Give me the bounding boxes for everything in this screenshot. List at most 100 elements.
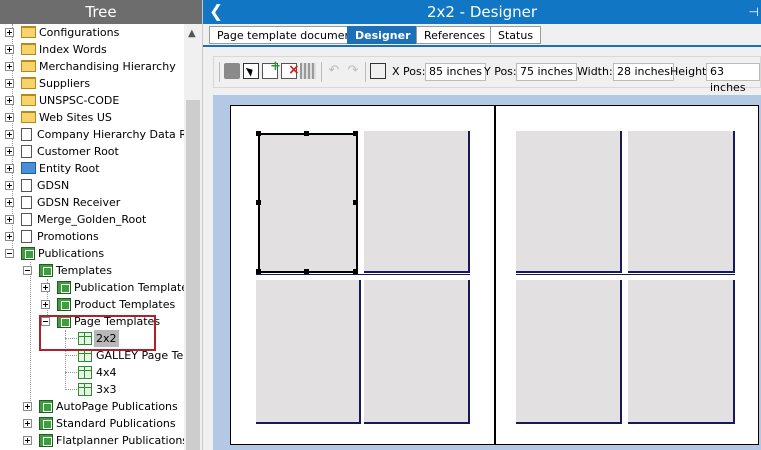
tree-item-unspsc-code[interactable]: UNSPSC-CODE	[0, 92, 184, 109]
resize-handle[interactable]	[353, 131, 358, 136]
expand-icon[interactable]	[5, 96, 14, 105]
expand-icon[interactable]	[5, 147, 14, 156]
expand-icon[interactable]	[23, 436, 32, 445]
tree-item-standard-publications[interactable]: Standard Publications	[0, 415, 184, 432]
tree-item-4x4[interactable]: 4x4	[0, 364, 184, 381]
expand-icon[interactable]	[5, 215, 14, 224]
expand-icon[interactable]	[41, 300, 50, 309]
document-icon	[21, 128, 32, 141]
publication-icon	[39, 264, 53, 277]
frame-bottom-right[interactable]	[364, 280, 470, 424]
tree-item-gdsn-receiver[interactable]: GDSN Receiver	[0, 194, 184, 211]
collapse-icon[interactable]	[23, 266, 32, 275]
chevron-left-icon[interactable]: ❮	[209, 0, 223, 24]
frame-bottom-right[interactable]	[628, 280, 735, 424]
publication-icon	[57, 281, 71, 294]
frame-bottom-left[interactable]	[256, 280, 361, 424]
tree-item-web-sites-us[interactable]: Web Sites US	[0, 109, 184, 126]
undo-icon[interactable]: ↶	[326, 63, 342, 79]
expand-icon[interactable]	[5, 164, 14, 173]
tree-item-label: Promotions	[37, 230, 99, 243]
left-page[interactable]	[230, 105, 495, 445]
tab-status[interactable]: Status	[490, 26, 542, 44]
expand-icon[interactable]	[5, 130, 14, 139]
add-frame-icon[interactable]	[262, 59, 281, 79]
expand-icon[interactable]	[5, 79, 14, 88]
tab-references[interactable]: References	[416, 26, 494, 44]
document-icon	[21, 230, 32, 243]
tree-item-autopage-publications[interactable]: AutoPage Publications	[0, 398, 184, 415]
resize-handle[interactable]	[353, 200, 358, 205]
frame-top-left-selected[interactable]	[258, 133, 358, 273]
entity-icon	[21, 162, 36, 174]
xpos-field[interactable]: 85 inches	[425, 63, 487, 81]
frame-top-left[interactable]	[516, 131, 622, 273]
tree-item-label: Publications	[38, 247, 105, 260]
expand-icon[interactable]	[5, 113, 14, 122]
tab-page-template-document[interactable]: Page template document	[209, 26, 364, 44]
tree-item-gdsn[interactable]: GDSN	[0, 177, 184, 194]
toolbar-separator	[365, 62, 366, 82]
tree-item-entity-root[interactable]: Entity Root	[0, 160, 184, 177]
right-page[interactable]	[495, 105, 759, 445]
pointer-tool-icon[interactable]	[243, 63, 259, 79]
width-field[interactable]: 28 inches	[613, 63, 675, 81]
tree-item-publication-templates[interactable]: Publication Templates	[0, 279, 184, 296]
ypos-field[interactable]: 75 inches	[516, 63, 578, 81]
folder-icon	[21, 77, 36, 89]
frame-top-right[interactable]	[364, 131, 470, 273]
tree-item-templates[interactable]: Templates	[0, 262, 184, 279]
tree-item-label: Merchandising Hierarchy	[39, 60, 176, 73]
resize-handle[interactable]	[256, 269, 261, 274]
tree-item-merge-golden-root[interactable]: Merge_Golden_Root	[0, 211, 184, 228]
scroll-up-icon[interactable]: ▲	[188, 28, 196, 39]
tree-item-product-templates[interactable]: Product Templates	[0, 296, 184, 313]
page-template-icon	[78, 366, 92, 379]
grid-icon[interactable]	[300, 63, 316, 79]
expand-icon[interactable]	[5, 198, 14, 207]
expand-icon[interactable]	[5, 62, 14, 71]
expand-icon[interactable]	[23, 402, 32, 411]
tree-item-publications[interactable]: Publications	[0, 245, 184, 262]
tree-item-3x3[interactable]: 3x3	[0, 381, 184, 398]
resize-handle[interactable]	[256, 131, 261, 136]
publication-icon	[39, 434, 53, 447]
redo-icon[interactable]: ↷	[345, 63, 361, 79]
expand-icon[interactable]	[5, 232, 14, 241]
tab-designer[interactable]: Designer	[347, 26, 419, 44]
tree-item-label: Templates	[56, 264, 112, 277]
tree-item-label: Publication Templates	[74, 281, 184, 294]
resize-handle[interactable]	[304, 269, 309, 274]
design-canvas[interactable]	[213, 95, 761, 450]
expand-icon[interactable]	[5, 45, 14, 54]
resize-handle[interactable]	[353, 269, 358, 274]
toolbar-separator	[321, 62, 322, 82]
height-field[interactable]: 63 inches	[706, 63, 760, 94]
tree-item-index-words[interactable]: Index Words	[0, 41, 184, 58]
resize-handle[interactable]	[256, 200, 261, 205]
expand-icon[interactable]	[23, 419, 32, 428]
tree-item-label: GDSN Receiver	[37, 196, 121, 209]
expand-icon[interactable]	[41, 283, 50, 292]
frame-top-right[interactable]	[628, 131, 735, 273]
tree-item-label: GDSN	[37, 179, 70, 192]
expand-icon[interactable]	[5, 28, 14, 37]
collapse-icon[interactable]	[5, 249, 14, 258]
resize-handle[interactable]	[304, 131, 309, 136]
delete-frame-icon[interactable]	[281, 62, 300, 79]
expand-icon[interactable]	[5, 181, 14, 190]
tree-item-suppliers[interactable]: Suppliers	[0, 75, 184, 92]
tree-item-promotions[interactable]: Promotions	[0, 228, 184, 245]
tree-item-flatplanner-publications[interactable]: Flatplanner Publications	[0, 432, 184, 449]
tree-scrollbar[interactable]: ▲	[184, 24, 202, 450]
save-icon[interactable]	[224, 63, 240, 79]
frame-bottom-left[interactable]	[516, 280, 622, 424]
scrollbar-thumb[interactable]	[186, 100, 200, 450]
tree-item-merchandising-hierarchy[interactable]: Merchandising Hierarchy	[0, 58, 184, 75]
tree-item-label: Web Sites US	[39, 111, 112, 124]
tree-item-company-hierarchy-data-root[interactable]: Company Hierarchy Data Root	[0, 126, 184, 143]
tree-item-configurations[interactable]: Configurations	[0, 24, 184, 41]
crop-icon[interactable]	[370, 63, 386, 79]
tree-item-customer-root[interactable]: Customer Root	[0, 143, 184, 160]
pin-icon[interactable]: ⊣	[749, 0, 759, 24]
